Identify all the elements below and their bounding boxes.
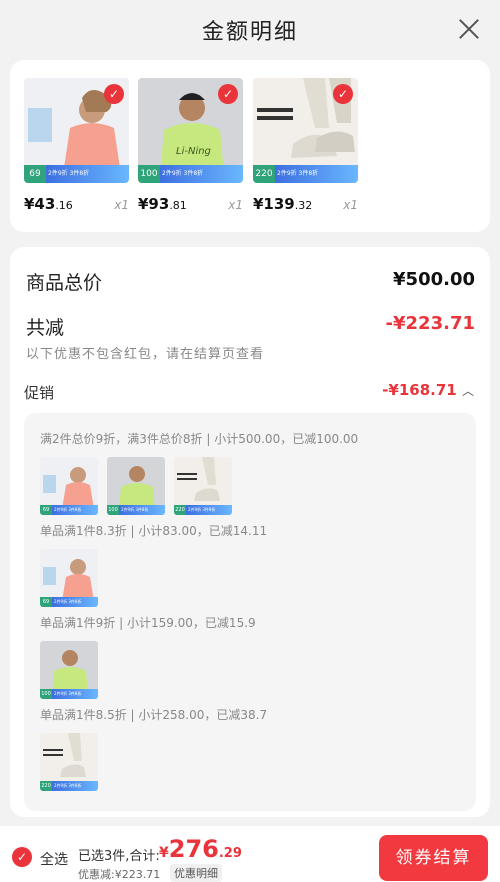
product-price: ¥93.81 [138,195,187,213]
product-price: ¥43.16 [24,195,73,213]
product-card: ✓ 69 2件9折 3件8折 ¥43.16 x1 Li-Ning ✓ 100 2… [10,60,490,232]
total-price: ¥276.29 [159,835,242,863]
product-thumbnail: 100 2件9折 3件8折 [107,457,165,515]
promotion-line: 单品满1件8.3折 | 小计83.00，已减14.11 [40,524,268,538]
close-icon[interactable] [458,18,480,40]
reduction-value: -¥223.71 [385,313,475,334]
checkmark-icon[interactable]: ✓ [104,84,124,104]
promotion-line: 单品满1件8.5折 | 小计258.00，已减38.7 [40,708,268,722]
product-item[interactable]: ✓ 69 2件9折 3件8折 ¥43.16 x1 [24,78,129,213]
chevron-up-icon: ︿ [461,384,474,398]
select-all-label[interactable]: 全选 [40,849,68,869]
goods-total-value: ¥500.00 [393,269,475,290]
discount-detail-button[interactable]: 优惠明细 [170,864,222,882]
promotion-line: 单品满1件9折 | 小计159.00，已减15.9 [40,616,256,630]
product-thumbnail: 220 2件9折 3件8折 [40,733,98,791]
promotion-line: 满2件总价9折，满3件总价8折 | 小计500.00，已减100.00 [40,432,359,446]
discount-amount: 优惠减:¥223.71 [78,868,161,881]
product-item[interactable]: ✓ 220 2件9折 3件8折 ¥139.32 x1 [253,78,358,213]
checkmark-icon[interactable]: ✓ [333,84,353,104]
product-thumbnail: 100 2件9折 3件8折 [40,641,98,699]
goods-total-label: 商品总价 [26,272,103,294]
product-qty: x1 [343,198,358,212]
product-image: Li-Ning ✓ 100 2件9折 3件8折 [138,78,243,183]
header: 金额明细 [0,0,500,58]
product-thumbnail: 220 2件9折 3件8折 [174,457,232,515]
product-item[interactable]: Li-Ning ✓ 100 2件9折 3件8折 ¥93.81 x1 [138,78,243,213]
promotion-details: 满2件总价9折，满3件总价8折 | 小计500.00，已减100.00 69 2件… [24,413,476,811]
promotion-toggle[interactable]: -¥168.71 ︿ [382,381,474,399]
product-image: ✓ 69 2件9折 3件8折 [24,78,129,183]
amount-summary-card: 商品总价 ¥500.00 共减 -¥223.71 以下优惠不包含红包，请在结算页… [10,247,490,817]
checkout-button[interactable]: 领券结算 [379,835,488,881]
product-tag: 100 2件9折 3件8折 [138,165,243,183]
reduction-label: 共减 [26,317,65,339]
checkmark-icon[interactable]: ✓ [218,84,238,104]
product-thumbnail: 69 2件9折 3件8折 [40,457,98,515]
product-price: ¥139.32 [253,195,313,213]
checkout-bar: ✓ 全选 已选3件,合计: ¥276.29 优惠减:¥223.71 优惠明细 领… [0,826,500,882]
product-image: ✓ 220 2件9折 3件8折 [253,78,358,183]
product-tag: 69 2件9折 3件8折 [24,165,129,183]
svg-text:Li-Ning: Li-Ning [176,146,211,157]
promotion-label: 促销 [24,384,55,402]
selected-count: 已选3件,合计: [78,849,160,864]
product-qty: x1 [228,198,243,212]
product-qty: x1 [114,198,129,212]
product-thumbnail: 69 2件9折 3件8折 [40,549,98,607]
product-tag: 220 2件9折 3件8折 [253,165,358,183]
page-title: 金额明细 [201,20,298,45]
discount-note: 以下优惠不包含红包，请在结算页查看 [26,347,265,362]
checkmark-icon[interactable]: ✓ [12,847,32,867]
